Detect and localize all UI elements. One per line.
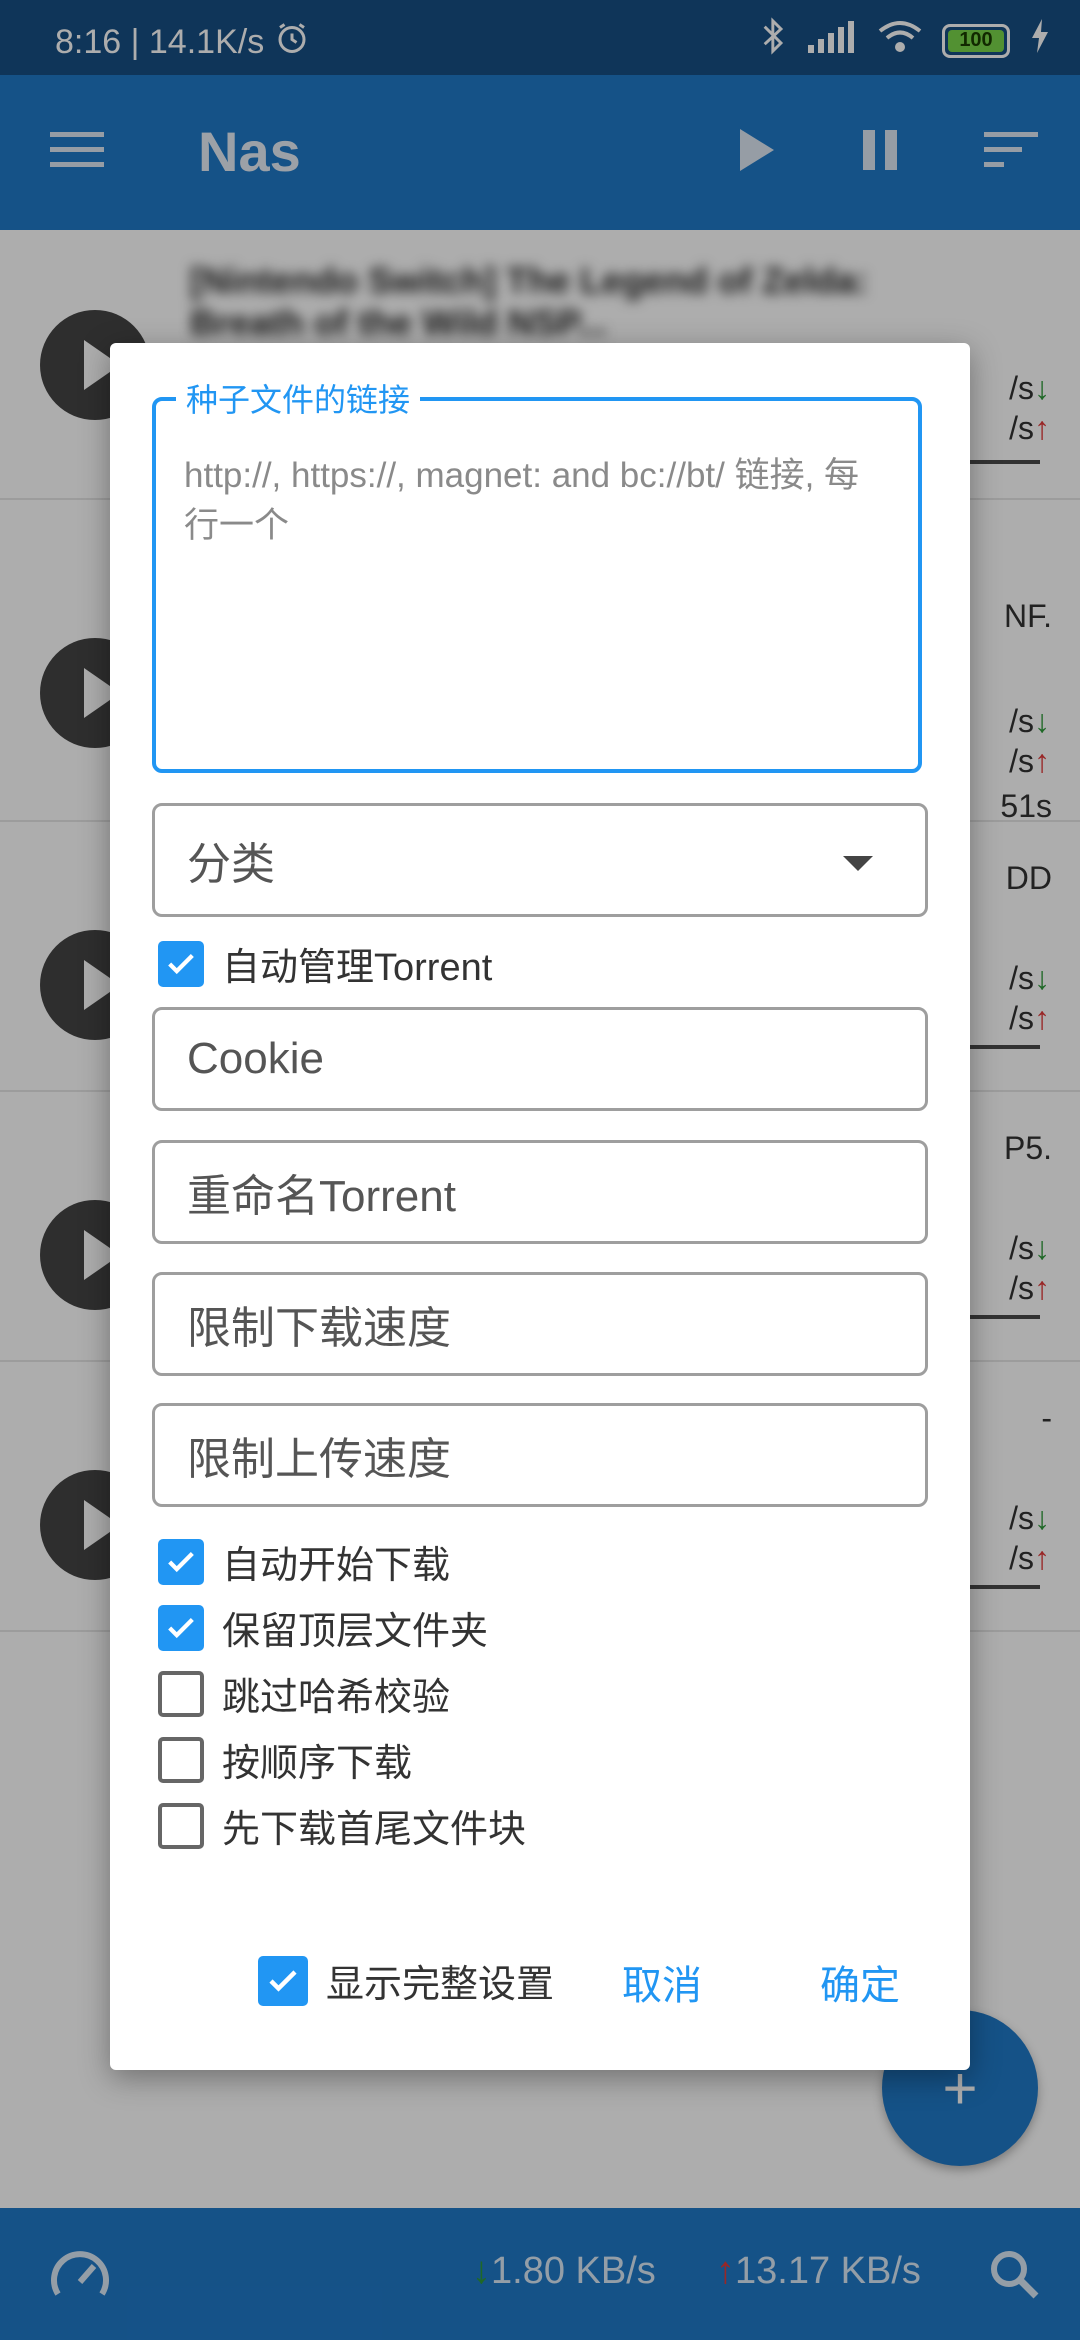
skip-hash-check-checkbox[interactable]: 跳过哈希校验 xyxy=(158,1666,450,1721)
bluetooth-icon xyxy=(760,16,788,65)
category-select[interactable]: 分类 xyxy=(152,803,928,917)
upload-limit-field[interactable]: 限制上传速度 xyxy=(152,1403,928,1507)
bottom-bar: ↓1.80 KB/s ↑13.17 KB/s xyxy=(0,2208,1080,2340)
ok-button[interactable]: 确定 xyxy=(820,1953,900,2011)
dialog-footer: 显示完整设置 取消 确定 xyxy=(110,1943,970,2043)
rename-torrent-field[interactable]: 重命名Torrent xyxy=(152,1140,928,1244)
pause-icon[interactable] xyxy=(860,127,900,178)
download-limit-field[interactable]: 限制下载速度 xyxy=(152,1272,928,1376)
show-full-settings-checkbox[interactable]: 显示完整设置 xyxy=(258,1953,554,2008)
checkbox-checked-icon xyxy=(158,1538,204,1585)
auto-manage-label: 自动管理Torrent xyxy=(222,947,493,989)
checkbox-unchecked-icon xyxy=(158,1736,204,1783)
checkbox-unchecked-icon xyxy=(158,1670,204,1717)
torrent-title: [Nintendo Switch] The Legend of Zelda: B… xyxy=(190,260,868,343)
battery-icon: 100 xyxy=(942,23,1010,58)
first-last-piece-checkbox[interactable]: 先下载首尾文件块 xyxy=(158,1798,526,1853)
checkbox-unchecked-icon xyxy=(158,1802,204,1849)
torrent-links-label: 种子文件的链接 xyxy=(176,375,421,421)
status-time-speed: 8:16 | 14.1K/s xyxy=(55,23,265,61)
charging-icon xyxy=(1030,19,1050,62)
search-icon[interactable] xyxy=(988,2248,1040,2305)
wifi-icon xyxy=(878,19,922,62)
sort-icon[interactable] xyxy=(984,130,1038,175)
status-bar: 8:16 | 14.1K/s 100 xyxy=(0,0,1080,75)
download-speed: ↓1.80 KB/s xyxy=(472,2250,656,2292)
battery-level: 100 xyxy=(959,29,993,51)
torrent-links-textarea[interactable]: 种子文件的链接 http://, https://, magnet: and b… xyxy=(152,375,922,773)
auto-start-checkbox[interactable]: 自动开始下载 xyxy=(158,1534,450,1589)
upload-speed: ↑13.17 KB/s xyxy=(716,2250,921,2292)
torrent-links-placeholder: http://, https://, magnet: and bc://bt/ … xyxy=(184,456,860,545)
auto-manage-checkbox[interactable]: 自动管理Torrent xyxy=(158,936,492,991)
speedometer-icon[interactable] xyxy=(50,2248,110,2307)
category-label: 分类 xyxy=(187,840,275,889)
page-title: Nas xyxy=(198,120,301,183)
alarm-icon xyxy=(274,20,310,65)
add-torrent-dialog: 种子文件的链接 http://, https://, magnet: and b… xyxy=(110,343,970,2070)
cookie-field[interactable]: Cookie xyxy=(152,1007,928,1111)
app-toolbar: Nas xyxy=(0,75,1080,230)
signal-icon xyxy=(808,19,858,62)
dropdown-arrow-icon xyxy=(843,856,873,871)
keep-top-folder-checkbox[interactable]: 保留顶层文件夹 xyxy=(158,1600,488,1655)
checkbox-checked-icon xyxy=(158,940,204,987)
checkbox-checked-icon xyxy=(158,1604,204,1651)
sequential-download-checkbox[interactable]: 按顺序下载 xyxy=(158,1732,412,1787)
checkbox-checked-icon xyxy=(258,1955,308,2006)
menu-icon[interactable] xyxy=(50,130,104,175)
cancel-button[interactable]: 取消 xyxy=(622,1953,702,2011)
play-icon[interactable] xyxy=(736,127,776,178)
